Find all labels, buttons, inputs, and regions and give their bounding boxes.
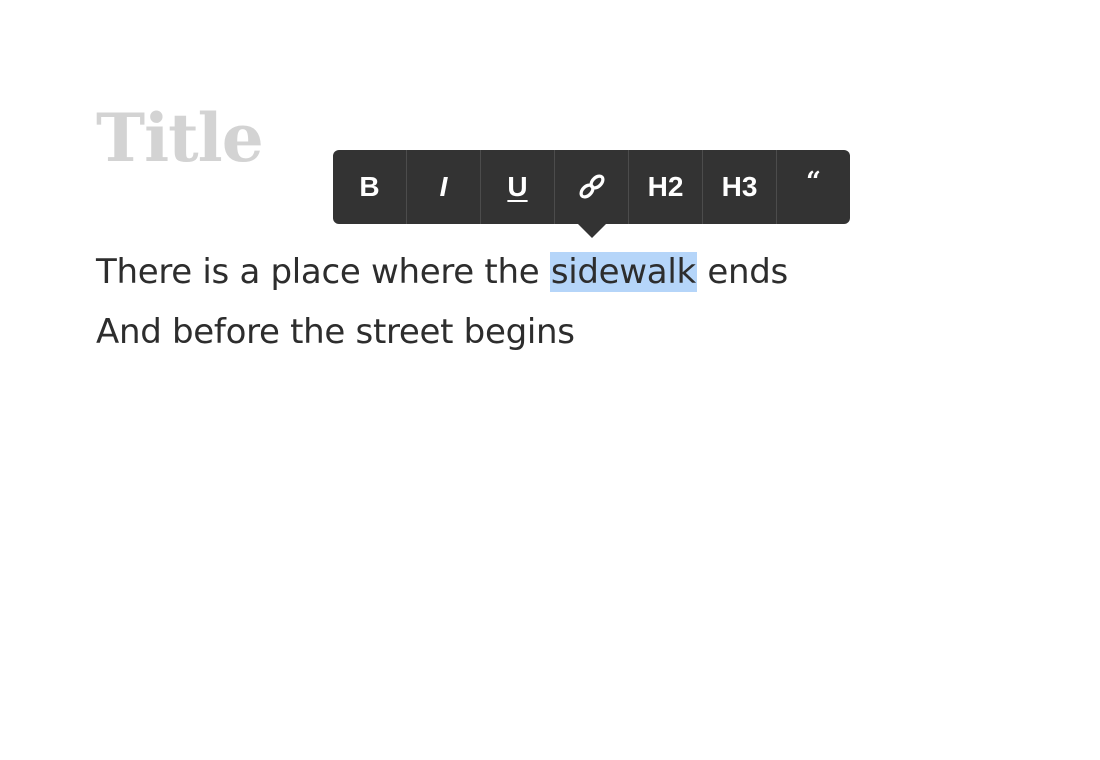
link-icon — [579, 174, 604, 199]
title-placeholder[interactable]: Title — [96, 98, 264, 178]
h2-button[interactable]: H2 — [629, 150, 703, 224]
paragraph-line[interactable]: And before the street begins — [96, 302, 788, 362]
text-segment: There is a place where the — [96, 252, 550, 292]
link-button[interactable] — [555, 150, 629, 224]
text-segment: ends — [696, 252, 788, 292]
formatting-toolbar: B I U H2 H3 “ — [333, 150, 850, 238]
editor-body[interactable]: There is a place where the sidewalk ends… — [96, 242, 788, 362]
italic-button[interactable]: I — [407, 150, 481, 224]
underline-button[interactable]: U — [481, 150, 555, 224]
selected-text[interactable]: sidewalk — [549, 252, 697, 292]
bold-button[interactable]: B — [333, 150, 407, 224]
quote-button[interactable]: “ — [777, 150, 850, 224]
h3-button[interactable]: H3 — [703, 150, 777, 224]
underline-label: U — [507, 171, 528, 202]
paragraph-line[interactable]: There is a place where the sidewalk ends — [96, 242, 788, 302]
